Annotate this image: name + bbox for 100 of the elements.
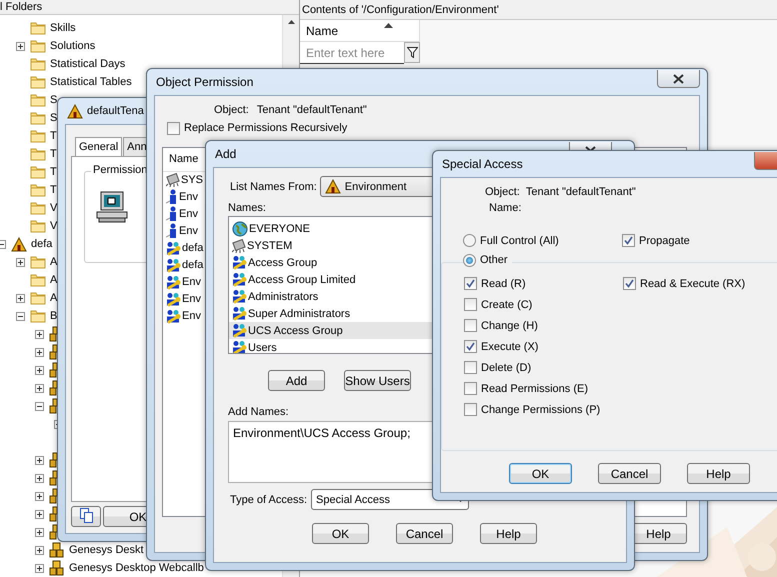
- checkbox-label: Change Permissions (P): [481, 404, 600, 416]
- radio-button[interactable]: [463, 234, 476, 247]
- show-users-button[interactable]: Show Users: [344, 370, 411, 391]
- list-item[interactable]: Env: [179, 191, 198, 204]
- folder-icon: [30, 129, 46, 143]
- tab[interactable]: General: [75, 137, 122, 156]
- chip-icon: [232, 238, 246, 252]
- checkbox-label: Create (C): [481, 298, 532, 310]
- tree-item[interactable]: Genesys Desktop Webcallb: [69, 562, 204, 574]
- checkbox[interactable]: [464, 298, 477, 311]
- tree-item[interactable]: T: [50, 148, 57, 160]
- radio-button[interactable]: [463, 254, 476, 266]
- checkbox[interactable]: [623, 277, 636, 290]
- checkbox-label: Execute (X): [481, 340, 538, 352]
- tree-item[interactable]: T: [50, 130, 57, 142]
- filter-button[interactable]: [404, 42, 420, 63]
- list-item[interactable]: defa: [182, 259, 204, 272]
- expand-icon[interactable]: [35, 366, 44, 374]
- expand-icon[interactable]: [35, 330, 44, 338]
- tree-item[interactable]: A: [50, 274, 58, 286]
- expand-icon[interactable]: [16, 258, 25, 266]
- tree-item[interactable]: V: [50, 220, 58, 232]
- folder-icon: [30, 255, 46, 269]
- checkbox[interactable]: [464, 319, 477, 332]
- group-key-icon: [166, 308, 181, 324]
- field-label: List Names From:: [230, 180, 317, 192]
- collapse-icon[interactable]: [16, 312, 25, 320]
- folder-icon: [30, 219, 46, 233]
- expand-icon[interactable]: [35, 348, 44, 356]
- tree-item[interactable]: Skills: [50, 22, 76, 34]
- expand-icon[interactable]: [35, 546, 44, 554]
- tree-item[interactable]: S: [50, 94, 58, 106]
- tree-item[interactable]: V: [50, 202, 58, 214]
- stacked-boxes-icon: [49, 398, 57, 414]
- checkbox[interactable]: [464, 403, 477, 416]
- list-item[interactable]: EVERYONE: [229, 220, 611, 237]
- checkbox[interactable]: [167, 122, 180, 135]
- field-value: Tenant "defaultTenant": [256, 104, 367, 116]
- expand-icon[interactable]: [35, 456, 44, 464]
- list-item[interactable]: SYS: [181, 174, 204, 186]
- list-item[interactable]: Env: [179, 225, 198, 238]
- person-icon: [166, 223, 178, 240]
- dialog-button[interactable]: Cancel: [598, 463, 661, 484]
- close-button[interactable]: [657, 70, 700, 88]
- collapse-icon[interactable]: [35, 402, 44, 410]
- tree-item[interactable]: A: [50, 256, 58, 268]
- checkbox[interactable]: [464, 277, 477, 290]
- expand-icon[interactable]: [35, 384, 44, 392]
- dialog-button[interactable]: Help: [480, 523, 537, 544]
- folder-icon: [30, 183, 46, 197]
- group-key-icon: [166, 274, 181, 290]
- group-key-icon: [232, 255, 247, 270]
- tenant-icon: [11, 236, 27, 252]
- close-icon: [673, 74, 684, 84]
- expand-icon[interactable]: [35, 474, 44, 482]
- tree-item[interactable]: defa: [31, 238, 52, 250]
- copy-button[interactable]: [71, 506, 101, 527]
- tree-item[interactable]: S: [50, 112, 58, 124]
- list-item[interactable]: Env: [179, 208, 198, 220]
- stacked-boxes-icon: [49, 488, 57, 504]
- field-label: Object:: [485, 186, 520, 198]
- scroll-up-icon[interactable]: [288, 20, 294, 24]
- list-item[interactable]: Env: [182, 276, 201, 288]
- checkbox-label: Replace Permissions Recursively: [184, 122, 348, 134]
- checkbox[interactable]: [622, 234, 635, 247]
- tree-item[interactable]: A: [50, 292, 58, 304]
- checkbox[interactable]: [464, 361, 477, 374]
- stacked-boxes-icon: [49, 380, 57, 396]
- expand-icon[interactable]: [16, 294, 25, 302]
- tree-item[interactable]: Genesys Deskt: [69, 544, 144, 556]
- dialog-button[interactable]: Cancel: [396, 523, 453, 544]
- stacked-boxes-icon: [49, 344, 57, 360]
- expand-icon[interactable]: [16, 42, 25, 50]
- expand-icon[interactable]: [35, 492, 44, 500]
- dialog-button[interactable]: Help: [687, 463, 750, 484]
- folder-icon: [30, 75, 46, 89]
- stacked-boxes-icon: [49, 452, 57, 468]
- tree-item[interactable]: B: [50, 310, 58, 322]
- checkbox-label: Change (H): [481, 320, 538, 332]
- dialog-button[interactable]: OK: [509, 463, 572, 484]
- list-item[interactable]: defa: [182, 242, 204, 254]
- tree-item[interactable]: Statistical Tables: [50, 76, 132, 88]
- expand-icon[interactable]: [35, 510, 44, 518]
- tree-item[interactable]: T: [50, 166, 57, 178]
- dialog-button[interactable]: OK: [312, 523, 369, 544]
- checkbox[interactable]: [464, 382, 477, 395]
- column-header[interactable]: Name: [300, 20, 420, 42]
- expand-icon[interactable]: [35, 564, 44, 572]
- folder-icon: [30, 21, 46, 35]
- tree-item[interactable]: Statistical Days: [50, 58, 126, 70]
- filter-field[interactable]: Enter text here: [300, 42, 404, 64]
- field-label: Add Names:: [228, 406, 289, 418]
- list-item[interactable]: Env: [182, 293, 201, 306]
- expand-icon[interactable]: [35, 528, 44, 536]
- tree-item[interactable]: T: [50, 184, 57, 196]
- column-header[interactable]: Name: [169, 153, 198, 166]
- tree-item[interactable]: Solutions: [50, 40, 96, 52]
- checkbox[interactable]: [464, 340, 477, 353]
- list-item[interactable]: Env: [182, 310, 201, 322]
- add-button[interactable]: Add: [268, 370, 325, 391]
